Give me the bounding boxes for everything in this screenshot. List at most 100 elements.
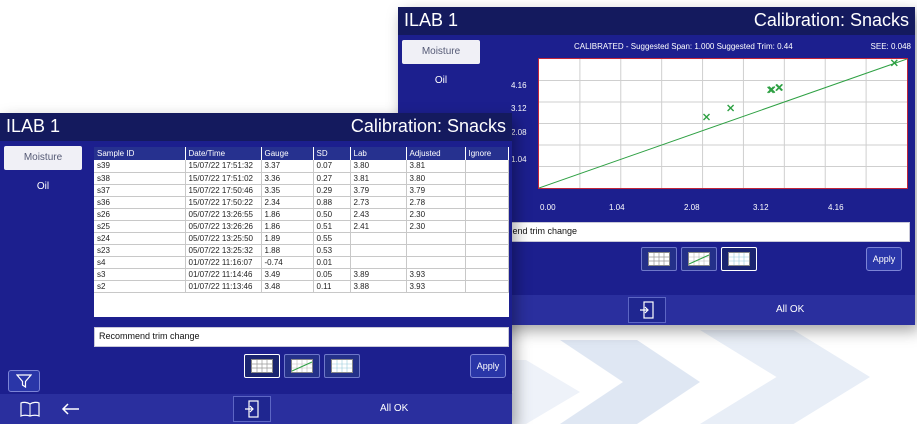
y-tick: 2.08 xyxy=(511,128,527,137)
x-tick: 4.16 xyxy=(828,203,844,212)
table-cell: 0.27 xyxy=(313,172,351,185)
table-row[interactable]: s3 01/07/22 11:14:46 3.49 0.05 3.89 3.93 xyxy=(94,268,509,281)
table-cell: 1.86 xyxy=(261,220,314,233)
table-cell: 0.07 xyxy=(313,160,351,173)
scatter-view-button[interactable] xyxy=(721,247,757,271)
exit-button[interactable] xyxy=(233,396,271,422)
table-row[interactable]: s36 15/07/22 17:50:22 2.34 0.88 2.73 2.78 xyxy=(94,196,509,209)
table-cell xyxy=(465,160,509,173)
table-cell: 3.80 xyxy=(350,160,407,173)
status-text: All OK xyxy=(380,403,409,414)
table-cell: 0.88 xyxy=(313,196,351,209)
chart-view-button[interactable] xyxy=(681,247,717,271)
table-cell: 3.80 xyxy=(406,172,466,185)
sidebar-item-oil[interactable]: Oil xyxy=(398,75,484,86)
table-cell: 0.29 xyxy=(313,184,351,197)
calibration-status: CALIBRATED - Suggested Span: 1.000 Sugge… xyxy=(574,42,793,51)
scatter-view-icon xyxy=(331,359,353,373)
table-cell: 0.51 xyxy=(313,220,351,233)
apply-button[interactable]: Apply xyxy=(470,354,506,378)
y-tick: 4.16 xyxy=(511,81,527,90)
column-header-date-time[interactable]: Date/Time xyxy=(185,147,262,160)
column-header-sample-id[interactable]: Sample ID xyxy=(94,147,186,160)
table-cell: 1.88 xyxy=(261,244,314,257)
table-cell: s36 xyxy=(94,196,186,209)
table-cell xyxy=(465,220,509,233)
column-header-adjusted[interactable]: Adjusted xyxy=(406,147,466,160)
table-row[interactable]: s24 05/07/22 13:25:50 1.89 0.55 xyxy=(94,232,509,245)
filter-button[interactable] xyxy=(8,370,40,392)
table-row[interactable]: s39 15/07/22 17:51:32 3.37 0.07 3.80 3.81 xyxy=(94,160,509,173)
table-row[interactable]: s23 05/07/22 13:25:32 1.88 0.53 xyxy=(94,244,509,257)
table-cell: 0.05 xyxy=(313,268,351,281)
title-bar: ILAB 1 Calibration: Snacks xyxy=(0,113,512,141)
column-header-lab[interactable]: Lab xyxy=(350,147,407,160)
table-cell: 1.89 xyxy=(261,232,314,245)
table-cell: s23 xyxy=(94,244,186,257)
table-row[interactable]: s2 01/07/22 11:13:46 3.48 0.11 3.88 3.93 xyxy=(94,280,509,293)
table-row[interactable]: s25 05/07/22 13:26:26 1.86 0.51 2.41 2.30 xyxy=(94,220,509,233)
x-tick: 0.00 xyxy=(540,203,556,212)
screen-title: Calibration: Snacks xyxy=(753,10,909,30)
samples-table: Sample ID Date/Time Gauge SD Lab Adjuste… xyxy=(94,147,509,317)
table-row[interactable]: s26 05/07/22 13:26:55 1.86 0.50 2.43 2.30 xyxy=(94,208,509,221)
recommendation-message: mend trim change xyxy=(500,222,910,242)
table-cell: 3.81 xyxy=(406,160,466,173)
exit-door-icon xyxy=(640,301,654,319)
table-cell xyxy=(465,172,509,185)
grid-view-icon xyxy=(251,359,273,373)
scatter-view-button[interactable] xyxy=(324,354,360,378)
table-row[interactable]: s4 01/07/22 11:16:07 -0.74 0.01 xyxy=(94,256,509,269)
back-button[interactable] xyxy=(54,398,86,420)
title-bar: ILAB 1 Calibration: Snacks xyxy=(398,7,915,35)
table-cell: 15/07/22 17:50:46 xyxy=(185,184,262,197)
table-cell: 2.73 xyxy=(350,196,407,209)
grid-view-icon xyxy=(648,252,670,266)
table-cell: 3.88 xyxy=(350,280,407,293)
grid-view-button[interactable] xyxy=(641,247,677,271)
table-cell xyxy=(465,208,509,221)
table-cell: 05/07/22 13:25:32 xyxy=(185,244,262,257)
table-cell xyxy=(406,232,466,245)
manual-button[interactable] xyxy=(14,398,46,420)
table-cell: s25 xyxy=(94,220,186,233)
screen-title: Calibration: Snacks xyxy=(350,116,506,136)
table-cell: 05/07/22 13:25:50 xyxy=(185,232,262,245)
table-cell xyxy=(465,280,509,293)
table-cell: 3.36 xyxy=(261,172,314,185)
x-tick: 3.12 xyxy=(753,203,769,212)
table-cell: 3.93 xyxy=(406,280,466,293)
chart-view-icon xyxy=(291,359,313,373)
table-cell: s4 xyxy=(94,256,186,269)
view-switcher xyxy=(244,354,360,378)
table-cell: 15/07/22 17:51:02 xyxy=(185,172,262,185)
view-switcher xyxy=(641,247,757,271)
table-cell xyxy=(465,256,509,269)
table-cell: 05/07/22 13:26:55 xyxy=(185,208,262,221)
table-cell: 2.41 xyxy=(350,220,407,233)
table-cell: s38 xyxy=(94,172,186,185)
sidebar-item-moisture[interactable]: Moisture xyxy=(402,40,480,64)
table-cell: 05/07/22 13:26:26 xyxy=(185,220,262,233)
apply-button[interactable]: Apply xyxy=(866,247,902,271)
table-row[interactable]: s37 15/07/22 17:50:46 3.35 0.29 3.79 3.79 xyxy=(94,184,509,197)
exit-door-icon xyxy=(245,400,259,418)
table-cell: 3.93 xyxy=(406,268,466,281)
column-header-sd[interactable]: SD xyxy=(313,147,351,160)
grid-view-button[interactable] xyxy=(244,354,280,378)
table-row[interactable]: s38 15/07/22 17:51:02 3.36 0.27 3.81 3.80 xyxy=(94,172,509,185)
table-cell: 0.11 xyxy=(313,280,351,293)
table-cell: 3.48 xyxy=(261,280,314,293)
chart-view-button[interactable] xyxy=(284,354,320,378)
x-tick: 2.08 xyxy=(684,203,700,212)
table-cell: -0.74 xyxy=(261,256,314,269)
table-header-row: Sample ID Date/Time Gauge SD Lab Adjuste… xyxy=(94,147,509,160)
table-cell: s37 xyxy=(94,184,186,197)
recommendation-message: Recommend trim change xyxy=(94,327,509,347)
column-header-ignore[interactable]: Ignore xyxy=(465,147,509,160)
exit-button[interactable] xyxy=(628,297,666,323)
column-header-gauge[interactable]: Gauge xyxy=(261,147,314,160)
table-cell: s26 xyxy=(94,208,186,221)
sidebar-item-moisture[interactable]: Moisture xyxy=(4,146,82,170)
sidebar-item-oil[interactable]: Oil xyxy=(0,181,86,192)
